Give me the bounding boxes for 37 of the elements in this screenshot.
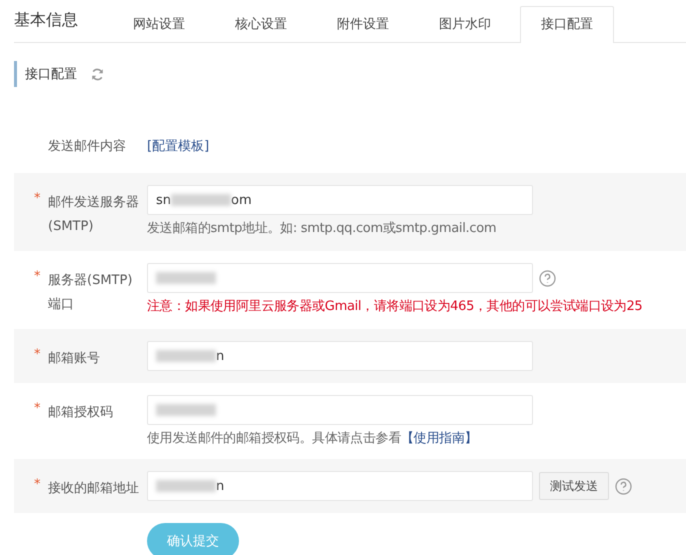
required-mark: * (34, 477, 42, 494)
field-label: 接收的邮箱地址 (48, 480, 139, 498)
required-mark: * (34, 401, 42, 418)
tab[interactable]: 核心设置 (214, 6, 308, 43)
input-field[interactable] (147, 263, 533, 293)
warning-text: 注意：如果使用阿里云服务器或Gmail，请将端口设为465，其他的可以尝试端口设为25 (147, 298, 642, 315)
field-label: 服务器(SMTP) 端口 (48, 272, 132, 314)
required-mark: * (34, 269, 42, 286)
guide-link[interactable]: 【使用指南】 (401, 431, 478, 446)
tab[interactable]: 图片水印 (418, 6, 512, 43)
section-title: 接口配置 (25, 66, 77, 83)
page-title: 基本信息 (14, 10, 79, 31)
refresh-icon[interactable] (91, 68, 104, 80)
field-label: 邮件发送服务器 (SMTP) (48, 194, 139, 236)
help-icon[interactable] (539, 270, 556, 286)
input-field[interactable]: n (147, 471, 533, 501)
input-field[interactable]: n (147, 341, 533, 371)
input-field[interactable]: sn om (147, 185, 533, 215)
redacted-value (156, 480, 216, 492)
help-icon[interactable] (615, 478, 632, 494)
hint-text: 使用发送邮件的邮箱授权码。具体请点击参看【使用指南】 (147, 430, 478, 447)
test-send-button[interactable]: 测试发送 (539, 472, 609, 500)
field-label: 邮箱账号 (48, 350, 100, 368)
field-label: 邮箱授权码 (48, 404, 113, 422)
redacted-value (171, 194, 232, 206)
redacted-value (156, 404, 216, 416)
redacted-value (156, 272, 216, 284)
hint-text: 发送邮箱的smtp地址。如: smtp.qq.com或smtp.gmail.com (147, 220, 498, 237)
field-label: 发送邮件内容 (48, 138, 126, 156)
input-field[interactable] (147, 395, 533, 425)
required-mark: * (34, 191, 42, 208)
redacted-value (156, 350, 216, 362)
template-link[interactable]: [配置模板] (147, 135, 210, 159)
tab[interactable]: 接口配置 (520, 6, 614, 43)
required-mark: * (34, 347, 42, 364)
tab[interactable]: 网站设置 (112, 6, 206, 43)
tab[interactable]: 附件设置 (316, 6, 410, 43)
